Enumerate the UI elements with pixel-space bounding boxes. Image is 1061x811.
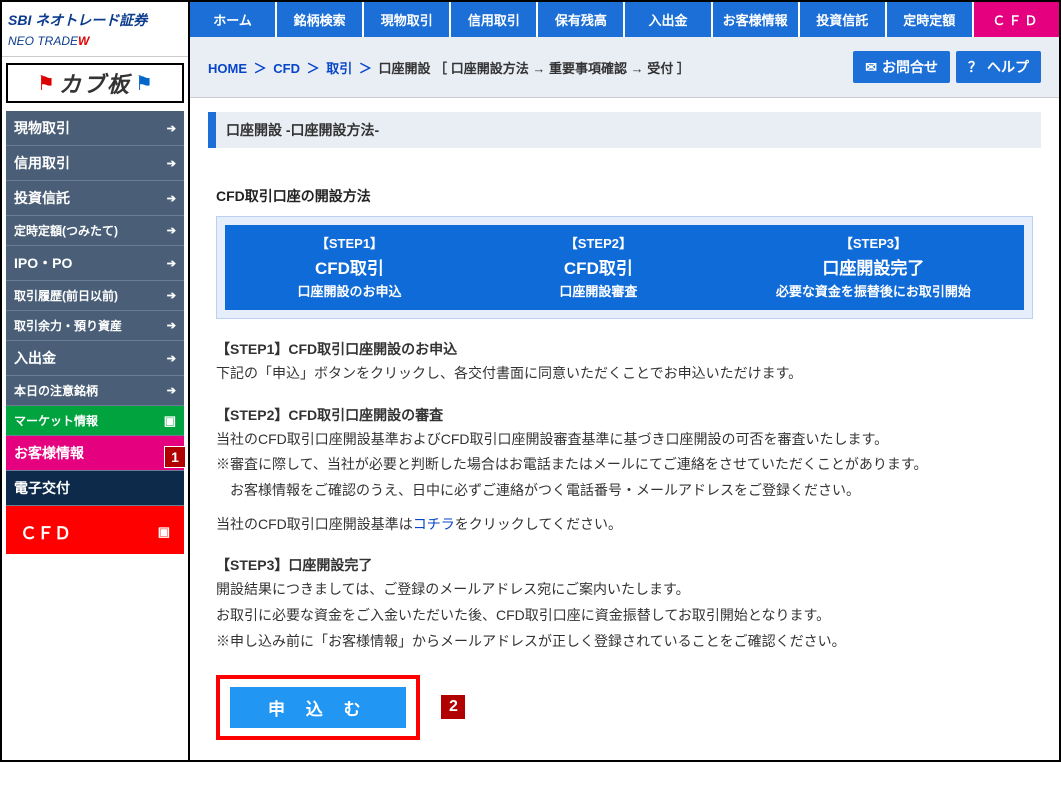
apply-button[interactable]: 申 込 む bbox=[230, 687, 406, 728]
brand-name: SBI ネオトレード証券 bbox=[8, 10, 182, 30]
sub-header: HOME ＞ CFD ＞ 取引 ＞ 口座開設 ［ 口座開設方法 → 重要事項確認… bbox=[190, 37, 1059, 98]
arrow-right-icon: ➔ bbox=[167, 319, 176, 332]
step-2: 【STEP2】 CFD取引 口座開設審査 bbox=[474, 225, 723, 310]
sidebar-item-market[interactable]: マーケット情報▣ bbox=[6, 406, 184, 436]
step-flow: 【STEP1】 CFD取引 口座開設のお申込 【STEP2】 CFD取引 口座開… bbox=[216, 216, 1033, 319]
step1-body: 下記の「申込」ボタンをクリックし、各交付書面に同意いただくことでお申込いただけま… bbox=[216, 363, 1033, 385]
tab-home[interactable]: ホーム bbox=[190, 2, 277, 37]
tab-nyushukkin[interactable]: 入出金 bbox=[625, 2, 712, 37]
sidebar-item-genbutsu[interactable]: 現物取引➔ bbox=[6, 111, 184, 146]
step1-head: 【STEP1】CFD取引口座開設のお申込 bbox=[216, 339, 1033, 359]
apply-highlight: 申 込 む bbox=[216, 675, 420, 740]
sidebar-item-rireki[interactable]: 取引履歴(前日以前)➔ bbox=[6, 281, 184, 311]
tab-teiji[interactable]: 定時定額 bbox=[887, 2, 974, 37]
kabu-label: カブ板 bbox=[59, 67, 131, 99]
step2-head: 【STEP2】CFD取引口座開設の審査 bbox=[216, 405, 1033, 425]
sidebar-nav: 現物取引➔ 信用取引➔ 投資信託➔ 定時定額(つみたて)➔ IPO・PO➔ 取引… bbox=[6, 111, 184, 554]
sidebar-item-yoryoku[interactable]: 取引余力・預り資産➔ bbox=[6, 311, 184, 341]
kabu-banner[interactable]: ⚑ カブ板 ⚑ bbox=[6, 63, 184, 103]
flag-icon: ⚑ bbox=[135, 71, 153, 96]
arrow-right-icon: ➔ bbox=[167, 384, 176, 397]
tab-cfd[interactable]: ＣＦＤ bbox=[974, 2, 1059, 37]
step-3: 【STEP3】 口座開設完了 必要な資金を振替後にお取引開始 bbox=[723, 225, 1024, 310]
arrow-right-icon: ➔ bbox=[167, 352, 176, 365]
brand-sub: NEO TRADEW bbox=[8, 34, 182, 48]
tab-genbutsu[interactable]: 現物取引 bbox=[364, 2, 451, 37]
mail-icon: ✉ bbox=[865, 59, 877, 76]
brand-logo: SBI ネオトレード証券 NEO TRADEW bbox=[2, 2, 188, 57]
top-nav: ホーム 銘柄検索 現物取引 信用取引 保有残高 入出金 お客様情報 投資信託 定… bbox=[190, 2, 1059, 37]
bc-torihiki[interactable]: 取引 bbox=[326, 61, 352, 76]
arrow-right-icon: ➔ bbox=[167, 192, 176, 205]
main-content: CFD取引口座の開設方法 【STEP1】 CFD取引 口座開設のお申込 【STE… bbox=[190, 148, 1059, 760]
annotation-2: 2 bbox=[440, 694, 466, 720]
breadcrumb: HOME ＞ CFD ＞ 取引 ＞ 口座開設 ［ 口座開設方法 → 重要事項確認… bbox=[208, 58, 690, 77]
sidebar-item-teiji[interactable]: 定時定額(つみたて)➔ bbox=[6, 216, 184, 246]
sidebar-item-nyushukkin[interactable]: 入出金➔ bbox=[6, 341, 184, 376]
help-button[interactable]: ？ヘルプ bbox=[956, 51, 1041, 83]
arrow-right-icon: ➔ bbox=[167, 289, 176, 302]
arrow-right-icon: ➔ bbox=[167, 224, 176, 237]
arrow-right-icon: ➔ bbox=[167, 257, 176, 270]
contact-button[interactable]: ✉お問合せ bbox=[853, 51, 950, 83]
sidebar-item-ipo[interactable]: IPO・PO➔ bbox=[6, 246, 184, 281]
step-1: 【STEP1】 CFD取引 口座開設のお申込 bbox=[225, 225, 474, 310]
doc-icon: ▣ bbox=[158, 524, 170, 540]
bc-current: 口座開設 bbox=[379, 61, 431, 76]
tab-shinyou[interactable]: 信用取引 bbox=[451, 2, 538, 37]
sidebar-item-customer[interactable]: お客様情報▪ bbox=[6, 436, 184, 471]
sidebar-item-toushin[interactable]: 投資信託➔ bbox=[6, 181, 184, 216]
bc-steps: ［ 口座開設方法 → 重要事項確認 → 受付 ］ bbox=[434, 61, 690, 76]
sidebar-item-chuui[interactable]: 本日の注意銘柄➔ bbox=[6, 376, 184, 406]
arrow-right-icon: ➔ bbox=[167, 157, 176, 170]
bc-cfd[interactable]: CFD bbox=[273, 61, 300, 76]
help-icon: ？ bbox=[968, 57, 982, 77]
tab-meigara[interactable]: 銘柄検索 bbox=[277, 2, 364, 37]
step3-head: 【STEP3】口座開設完了 bbox=[216, 555, 1033, 575]
tab-customer[interactable]: お客様情報 bbox=[713, 2, 800, 37]
criteria-link[interactable]: コチラ bbox=[413, 516, 455, 532]
sidebar-item-cfd-active[interactable]: ＣＦＤ▣ bbox=[6, 506, 184, 554]
annotation-1: 1 bbox=[164, 446, 186, 468]
bc-home[interactable]: HOME bbox=[208, 61, 247, 76]
section-title: 口座開設 -口座開設方法- bbox=[208, 112, 1041, 148]
flag-icon: ⚑ bbox=[37, 71, 55, 96]
content-heading: CFD取引口座の開設方法 bbox=[216, 186, 1033, 206]
arrow-right-icon: ➔ bbox=[167, 122, 176, 135]
tab-toushin[interactable]: 投資信託 bbox=[800, 2, 887, 37]
tab-hoyuu[interactable]: 保有残高 bbox=[538, 2, 625, 37]
doc-icon: ▣ bbox=[164, 413, 176, 429]
sidebar-item-shinyou[interactable]: 信用取引➔ bbox=[6, 146, 184, 181]
sidebar-item-denshi[interactable]: 電子交付 bbox=[6, 471, 184, 506]
